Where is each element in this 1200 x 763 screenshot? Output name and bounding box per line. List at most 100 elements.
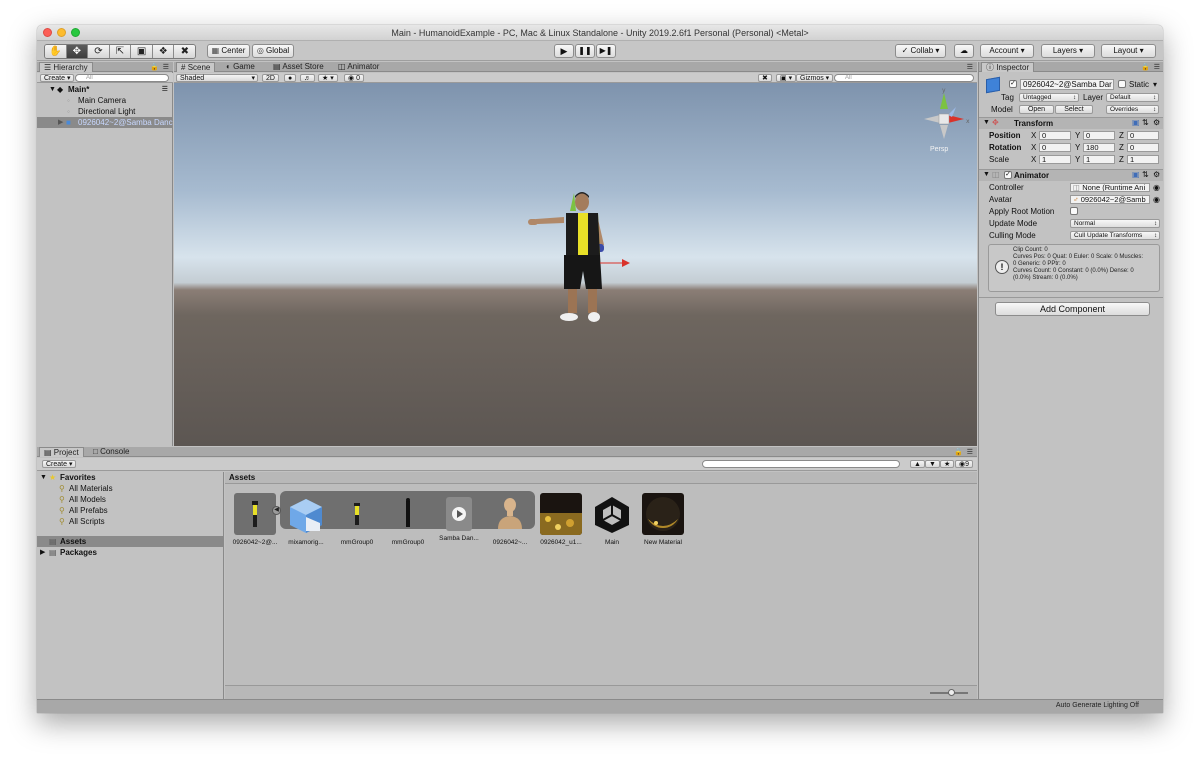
tab-inspector[interactable]: ⓘ Inspector xyxy=(981,62,1035,72)
scene-root-row[interactable]: ▼ ◆ Main* ☰ xyxy=(37,84,172,95)
favorite-item[interactable]: ⚲ All Models xyxy=(37,494,223,505)
help-icon[interactable]: ▣ xyxy=(1132,118,1140,127)
help-icon[interactable]: ▣ xyxy=(1132,170,1140,179)
hand-tool-icon[interactable]: ✋ xyxy=(45,45,67,58)
transform-header[interactable]: ▼ ✥ Transform ▣ ⇅ ⚙ xyxy=(979,117,1163,129)
rotation-y-field[interactable]: 180 xyxy=(1083,143,1115,152)
scene-lighting-toggle[interactable]: ● xyxy=(284,74,297,82)
favorite-item[interactable]: ⚲ All Materials xyxy=(37,483,223,494)
active-checkbox[interactable]: ✓ xyxy=(1009,80,1017,88)
space-global-button[interactable]: ◎ Global xyxy=(252,44,294,58)
asset-item[interactable]: 0926042~... xyxy=(486,493,534,547)
scale-y-field[interactable]: 1 xyxy=(1083,155,1115,164)
tab-asset-store[interactable]: ▤ Asset Store xyxy=(269,62,328,72)
asset-item[interactable]: New Material xyxy=(639,493,687,547)
gear-icon[interactable]: ⚙ xyxy=(1153,118,1160,127)
update-mode-dropdown[interactable]: Normal xyxy=(1070,219,1160,228)
scene-orientation-gizmo[interactable]: y x xyxy=(916,87,972,147)
tab-hierarchy[interactable]: ☰ Hierarchy xyxy=(39,62,93,72)
packages-folder-row[interactable]: ▶ ▤ Packages xyxy=(37,547,223,558)
object-name-field[interactable]: 0926042~2@Samba Dar xyxy=(1020,79,1114,90)
custom-tool-icon[interactable]: ✖ xyxy=(174,45,195,58)
step-button[interactable]: ▶❚ xyxy=(596,44,616,58)
scene-search-input[interactable]: All xyxy=(834,74,974,82)
tab-animator[interactable]: ◫ Animator xyxy=(334,62,383,72)
close-window-button[interactable] xyxy=(43,28,52,37)
asset-item[interactable]: mmGroup0 xyxy=(384,493,432,547)
filter-by-type-button[interactable]: ▲ xyxy=(910,460,925,468)
gear-icon[interactable]: ⚙ xyxy=(1153,170,1160,179)
pivot-center-button[interactable]: ▦ Center xyxy=(207,44,250,58)
panel-menu-icon[interactable]: 🔒 ☰ xyxy=(954,448,974,456)
collapse-arrow-icon[interactable]: ▼ xyxy=(983,171,990,178)
camera-settings-dropdown[interactable]: ▣ ▾ xyxy=(776,74,797,82)
move-tool-icon[interactable]: ✥ xyxy=(66,45,89,58)
asset-item[interactable]: Main xyxy=(588,493,636,547)
hidden-packages-toggle[interactable]: ◉9 xyxy=(955,460,974,468)
pause-button[interactable]: ❚❚ xyxy=(575,44,595,58)
animator-enabled-checkbox[interactable]: ✓ xyxy=(1004,171,1012,179)
project-create-button[interactable]: Create ▾ xyxy=(42,460,77,468)
cloud-button[interactable]: ☁ xyxy=(954,44,974,58)
shading-mode-dropdown[interactable]: Shaded ▾ xyxy=(176,74,258,82)
asset-item[interactable]: Samba Dan... xyxy=(435,493,483,543)
overrides-dropdown[interactable]: Overrides xyxy=(1106,105,1159,114)
scene-audio-toggle[interactable]: ♬ xyxy=(300,74,315,82)
scene-menu-icon[interactable]: ☰ xyxy=(162,84,168,95)
animator-header[interactable]: ▼ ◫ ✓ Animator ▣ ⇅ ⚙ xyxy=(979,169,1163,181)
position-z-field[interactable]: 0 xyxy=(1127,131,1159,140)
tag-dropdown[interactable]: Untagged xyxy=(1019,93,1079,102)
position-y-field[interactable]: 0 xyxy=(1083,131,1115,140)
zoom-window-button[interactable] xyxy=(71,28,80,37)
hierarchy-create-button[interactable]: Create ▾ xyxy=(40,74,75,82)
favorites-row[interactable]: ▼ ★ Favorites xyxy=(37,472,223,483)
scale-tool-icon[interactable]: ⇱ xyxy=(109,45,132,58)
object-picker-icon[interactable]: ◉ xyxy=(1153,195,1160,204)
asset-item[interactable]: mixamorig... xyxy=(282,493,330,547)
culling-mode-dropdown[interactable]: Cull Update Transforms xyxy=(1070,231,1160,240)
hidden-objects-toggle[interactable]: ◉ 0 xyxy=(344,74,364,82)
breadcrumb-assets[interactable]: Assets xyxy=(229,473,255,482)
collab-button[interactable]: ✓ Collab ▾ xyxy=(895,44,946,58)
assets-folder-row[interactable]: ▤ Assets xyxy=(37,536,223,547)
favorite-item[interactable]: ⚲ All Prefabs xyxy=(37,505,223,516)
scale-z-field[interactable]: 1 xyxy=(1127,155,1159,164)
account-button[interactable]: Account ▾ xyxy=(980,44,1034,58)
controller-field[interactable]: ◫ None (Runtime Ani xyxy=(1070,183,1150,192)
tab-game[interactable]: ◐ Game xyxy=(222,62,259,72)
project-search-input[interactable] xyxy=(702,460,900,468)
rotation-x-field[interactable]: 0 xyxy=(1039,143,1071,152)
samba-dancer-character[interactable] xyxy=(526,189,636,334)
hierarchy-search-input[interactable]: All xyxy=(75,74,169,82)
rotate-tool-icon[interactable]: ⟳ xyxy=(88,45,110,58)
asset-item[interactable]: mmGroup0 xyxy=(333,493,381,547)
transform-tool-icon[interactable]: ❖ xyxy=(152,45,175,58)
add-component-button[interactable]: Add Component xyxy=(995,302,1150,316)
static-dropdown-icon[interactable]: ▾ xyxy=(1153,80,1157,89)
layer-dropdown[interactable]: Default xyxy=(1106,93,1159,102)
position-x-field[interactable]: 0 xyxy=(1039,131,1071,140)
hierarchy-item-main-camera[interactable]: ◦ Main Camera xyxy=(37,95,172,106)
asset-item[interactable]: 0926042~2@... xyxy=(231,493,279,547)
layout-button[interactable]: Layout ▾ xyxy=(1101,44,1156,58)
persp-label[interactable]: Persp xyxy=(930,146,948,153)
hierarchy-item-samba-dancer[interactable]: ▶ ■ 0926042~2@Samba Danc xyxy=(37,117,173,128)
slider-handle[interactable] xyxy=(948,689,955,696)
lighting-status[interactable]: Auto Generate Lighting Off xyxy=(1056,702,1139,709)
collapse-arrow-icon[interactable]: ▼ xyxy=(983,119,990,126)
favorites-filter-button[interactable]: ★ xyxy=(940,460,955,468)
panel-menu-icon[interactable]: ☰ xyxy=(967,63,974,71)
static-checkbox[interactable] xyxy=(1118,80,1126,88)
play-button[interactable]: ▶ xyxy=(554,44,574,58)
scene-effects-dropdown[interactable]: ★ ▾ xyxy=(318,74,338,82)
expand-arrow-icon[interactable]: ▼ xyxy=(40,472,47,483)
favorite-item[interactable]: ⚲ All Scripts xyxy=(37,516,223,527)
minimize-window-button[interactable] xyxy=(57,28,66,37)
layers-button[interactable]: Layers ▾ xyxy=(1041,44,1095,58)
expand-arrow-icon[interactable]: ▶ xyxy=(40,547,45,558)
model-select-button[interactable]: Select xyxy=(1055,105,1093,114)
preset-icon[interactable]: ⇅ xyxy=(1142,170,1149,179)
rotation-z-field[interactable]: 0 xyxy=(1127,143,1159,152)
scale-x-field[interactable]: 1 xyxy=(1039,155,1071,164)
thumbnail-size-slider[interactable] xyxy=(930,689,968,696)
